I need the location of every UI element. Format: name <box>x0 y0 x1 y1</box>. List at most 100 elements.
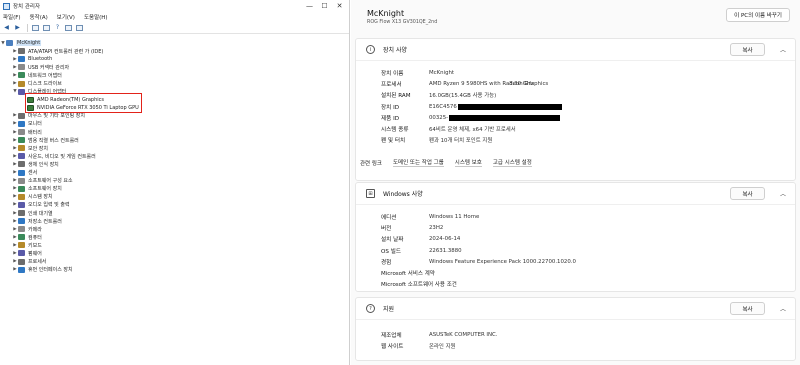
properties-icon[interactable] <box>31 24 40 32</box>
tree-category-label: 배터리 <box>28 129 42 136</box>
spec-key: 버전 <box>381 225 392 232</box>
spec-key: 웹 사이트 <box>381 343 404 350</box>
device-category-icon <box>18 226 25 233</box>
copy-windows-specs-button[interactable]: 복사 <box>730 187 765 200</box>
tree-category[interactable]: ▶ 컴퓨터 <box>0 233 349 241</box>
spec-row: 설치된 RAM 16.0GB(15.4GB 사용 가능) <box>381 90 795 101</box>
help-icon[interactable]: ? <box>53 24 62 32</box>
tree-category[interactable]: ▶ 휴먼 인터페이스 장치 <box>0 266 349 274</box>
spec-row: 제조업체 ASUSTeK COMPUTER INC. <box>381 329 795 340</box>
tree-device[interactable]: NVIDIA GeForce RTX 3050 Ti Laptop GPU <box>0 104 349 112</box>
tree-category[interactable]: ▶ ATA/ATAPI 컨트롤러 관련 가 (IDE) <box>0 47 349 55</box>
tree-category-label: 휴먼 인터페이스 장치 <box>28 267 73 274</box>
maximize-button[interactable]: ☐ <box>317 1 332 11</box>
chevron-up-icon[interactable]: ︿ <box>780 45 786 54</box>
link-microsoft-service-agreement[interactable]: Microsoft 서비스 계약 <box>381 267 795 278</box>
copy-device-specs-button[interactable]: 복사 <box>730 43 765 56</box>
tree-category[interactable]: ▶ 사운드, 비디오 및 게임 컨트롤러 <box>0 152 349 160</box>
tree-category[interactable]: ▶ 보안 장치 <box>0 144 349 152</box>
device-category-icon <box>18 201 25 208</box>
redaction-bar <box>449 114 561 121</box>
tree-category[interactable]: ▶ 소프트웨어 구성 요소 <box>0 177 349 185</box>
tree-root-label: McKnight <box>16 40 42 47</box>
tree-category[interactable]: ▶ 네트워크 어댑터 <box>0 71 349 79</box>
tree-category-label: 범용 직렬 버스 컨트롤러 <box>28 137 79 144</box>
tree-category-label: 카메라 <box>28 226 42 233</box>
device-specs-body: 장치 이름 McKnight 프로세서 AMD Ryzen 9 5980HS w… <box>356 60 795 152</box>
tree-category[interactable]: ▶ 디스크 드라이브 <box>0 79 349 87</box>
link-microsoft-license-terms[interactable]: Microsoft 소프트웨어 사용 조건 <box>381 278 795 289</box>
tree-category-label: 저장소 컨트롤러 <box>28 218 62 225</box>
menu-file[interactable]: 파일(F) <box>3 13 21 21</box>
spec-value-secondary: 3.30 GHz <box>509 80 534 87</box>
menu-action[interactable]: 동작(A) <box>30 13 48 21</box>
tree-category[interactable]: ▶ 오디오 입력 및 출력 <box>0 201 349 209</box>
spec-value: 00325- <box>429 114 449 121</box>
chevron-up-icon[interactable]: ︿ <box>780 189 786 198</box>
tree-category-label: 프로세서 <box>28 259 47 266</box>
tree-category[interactable]: ▶ 배터리 <box>0 128 349 136</box>
link-advanced-system-settings[interactable]: 고급 시스템 설정 <box>492 158 532 167</box>
device-category-icon <box>18 210 25 217</box>
show-hide-tree-icon[interactable] <box>42 24 51 32</box>
support-title: 지원 <box>383 306 395 313</box>
minimize-button[interactable]: — <box>302 1 317 11</box>
tree-category[interactable]: ▶ 프로세서 <box>0 258 349 266</box>
windows-specs-header[interactable]: ⊞ Windows 사양 복사 ︿ <box>356 183 795 204</box>
link-system-protection[interactable]: 시스템 보호 <box>454 158 482 167</box>
tree-category-label: 모니터 <box>28 121 42 128</box>
chevron-up-icon[interactable]: ︿ <box>780 304 786 313</box>
scan-hardware-icon[interactable] <box>75 24 84 32</box>
tree-category-label: 인쇄 대기열 <box>28 210 53 217</box>
spec-row: 장치 이름 McKnight <box>381 67 795 78</box>
tree-category[interactable]: ▶ 범용 직렬 버스 컨트롤러 <box>0 136 349 144</box>
device-category-icon <box>18 234 25 241</box>
tree-category[interactable]: ▶ USB 커넥터 관리자 <box>0 63 349 71</box>
spec-row: 설치 날짜 2024-06-14 <box>381 234 795 245</box>
device-category-icon <box>18 129 25 136</box>
copy-support-button[interactable]: 복사 <box>730 302 765 315</box>
tree-category[interactable]: ▶ 펌웨어 <box>0 249 349 257</box>
tree-category[interactable]: ▶ 카메라 <box>0 225 349 233</box>
spec-value: ASUSTeK COMPUTER INC. <box>429 331 498 338</box>
tree-category[interactable]: ▼ 디스플레이 어댑터 <box>0 88 349 96</box>
device-category-icon <box>18 177 25 184</box>
device-specs-header[interactable]: i 장치 사양 복사 ︿ <box>356 39 795 60</box>
spec-row: 에디션 Windows 11 Home <box>381 211 795 222</box>
spec-value: 23H2 <box>429 224 444 231</box>
tree-category[interactable]: ▶ 소프트웨어 장치 <box>0 185 349 193</box>
tree-category[interactable]: ▶ 센서 <box>0 169 349 177</box>
menu-help[interactable]: 도움말(H) <box>84 13 108 21</box>
tree-category[interactable]: ▶ 시스템 장치 <box>0 193 349 201</box>
link-online-support[interactable]: 온라인 지원 <box>429 342 456 350</box>
tree-category-label: 키보드 <box>28 242 42 249</box>
back-arrow-icon[interactable]: ◀ <box>2 24 11 32</box>
tree-category[interactable]: ▶ 키보드 <box>0 241 349 249</box>
tree-category[interactable]: ▶ 모니터 <box>0 120 349 128</box>
support-header[interactable]: ? 지원 복사 ︿ <box>356 298 795 319</box>
forward-arrow-icon[interactable]: ▶ <box>13 24 22 32</box>
spec-key: 경험 <box>381 259 392 266</box>
tree-category[interactable]: ▶ 저장소 컨트롤러 <box>0 217 349 225</box>
spec-key: 장치 이름 <box>381 70 404 77</box>
tree-category[interactable]: ▶ 마우스 및 기타 포인팅 장치 <box>0 112 349 120</box>
spec-row: 웹 사이트 온라인 지원 <box>381 340 795 351</box>
windows-specs-card: ⊞ Windows 사양 복사 ︿ 에디션 Windows 11 Home 버전… <box>355 182 796 292</box>
tree-category[interactable]: ▶ 생체 인식 장치 <box>0 160 349 168</box>
spec-value: 64비트 운영 체제, x64 기반 프로세서 <box>429 127 516 134</box>
tree-category-label: 펌웨어 <box>28 250 42 257</box>
tree-device-label: NVIDIA GeForce RTX 3050 Ti Laptop GPU <box>37 104 139 111</box>
tree-category[interactable]: ▶ 인쇄 대기열 <box>0 209 349 217</box>
device-category-icon <box>18 193 25 200</box>
rename-pc-button[interactable]: 이 PC의 이름 바꾸기 <box>726 8 790 22</box>
tree-category[interactable]: ▶ Bluetooth <box>0 55 349 63</box>
link-domain-workgroup[interactable]: 도메인 또는 작업 그룹 <box>393 158 444 167</box>
display-adapter-icon <box>27 96 34 103</box>
update-driver-icon[interactable] <box>64 24 73 32</box>
tree-root[interactable]: ▼ McKnight <box>0 39 349 47</box>
menu-view[interactable]: 보기(V) <box>57 13 75 21</box>
device-manager-window: 장치 관리자 — ☐ ✕ 파일(F) 동작(A) 보기(V) 도움말(H) ◀ … <box>0 0 350 365</box>
tree-device[interactable]: AMD Radeon(TM) Graphics <box>0 96 349 104</box>
spec-key: 설치된 RAM <box>381 93 411 100</box>
close-button[interactable]: ✕ <box>332 1 347 11</box>
